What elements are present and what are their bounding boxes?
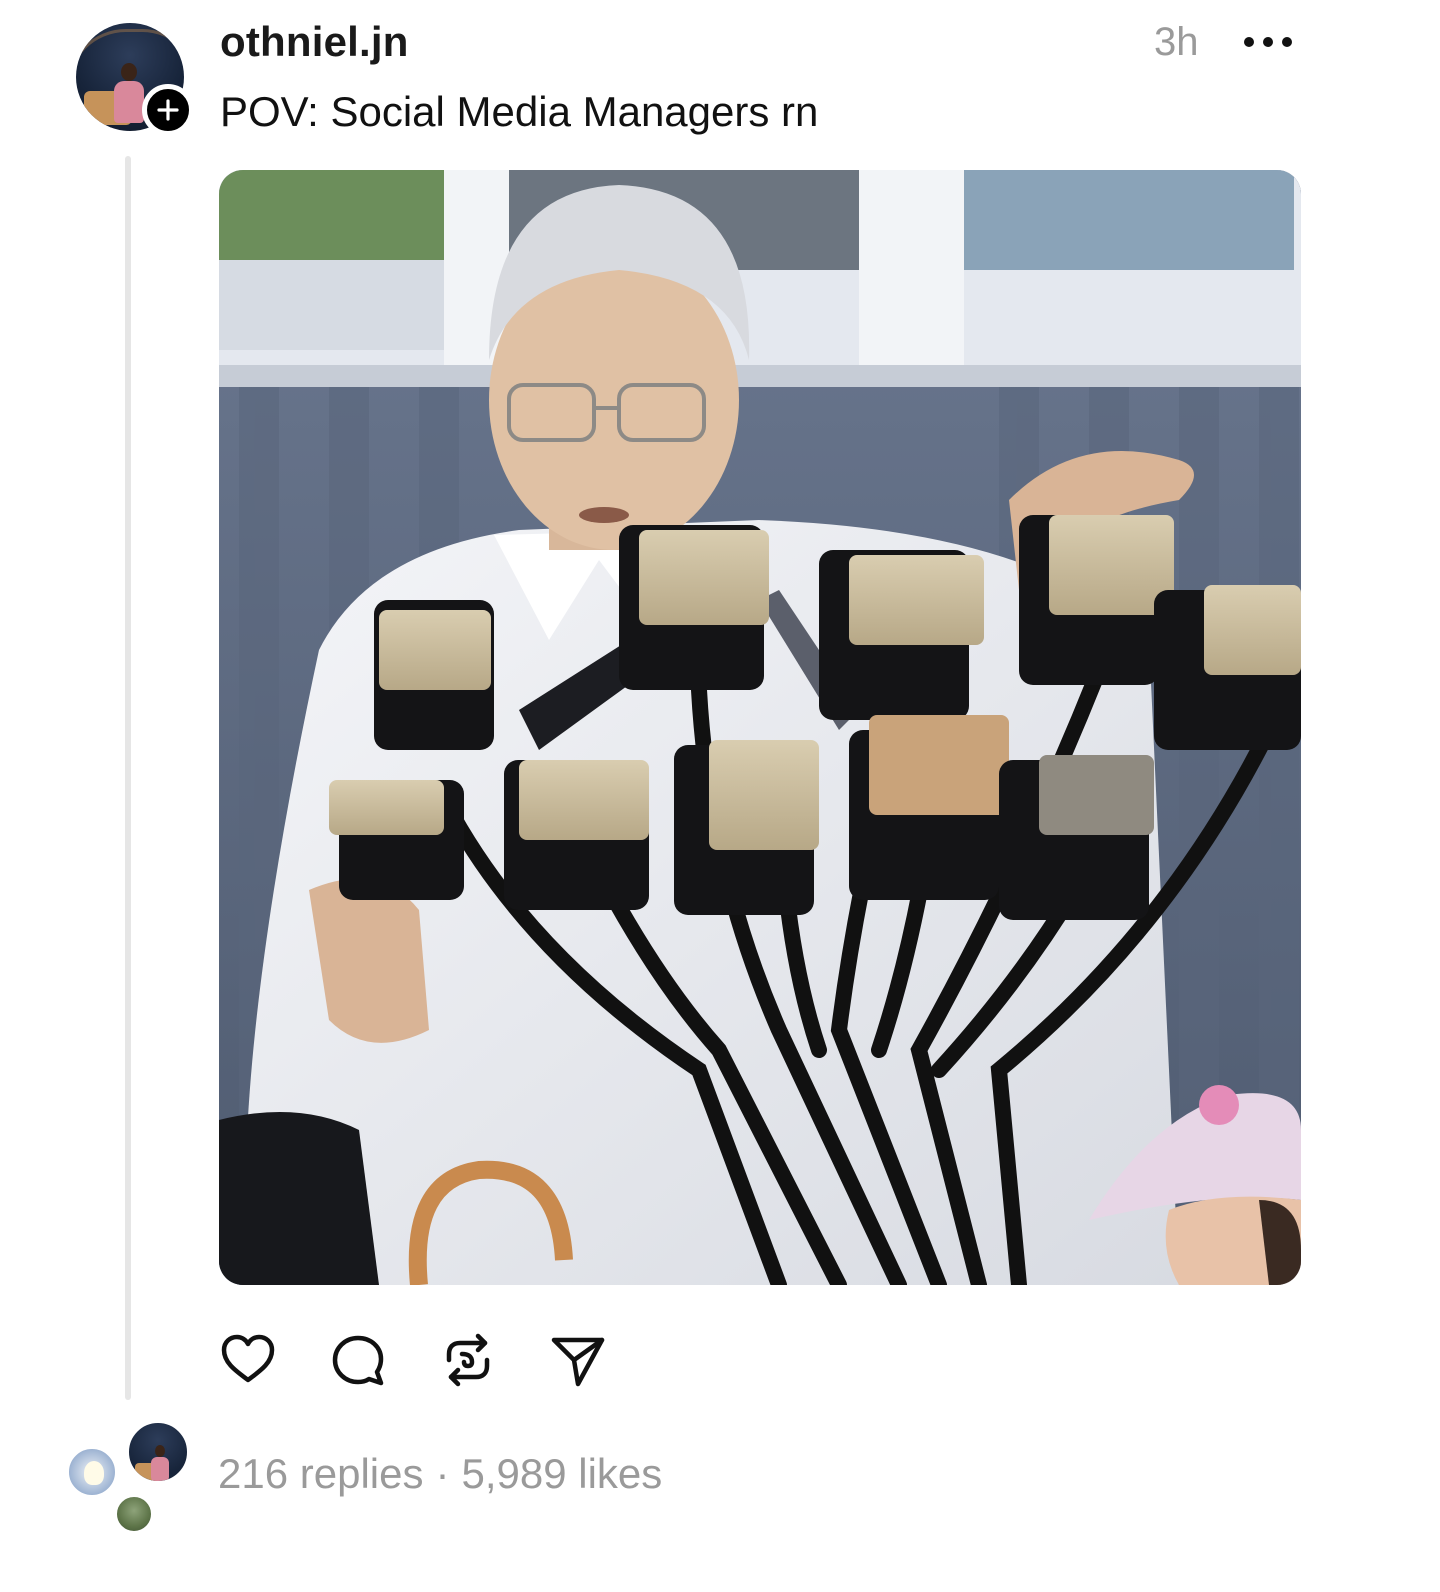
plus-icon [157,99,179,121]
post-timestamp: 3h [1154,20,1199,64]
duck-figure [84,1461,104,1485]
thread-post: othniel.jn 3h POV: Social Media Managers… [0,0,1440,1592]
reply-button[interactable] [328,1330,388,1390]
photo-illustration [219,170,1301,1285]
more-horizontal-icon[interactable] [1244,30,1292,54]
send-icon [551,1337,605,1387]
replier-avatar[interactable] [126,1420,190,1484]
share-button[interactable] [548,1330,608,1390]
more-dot [1244,37,1254,47]
avatar-person-head [121,63,137,81]
avatar-person-body [151,1457,169,1481]
post-stats: 216 replies · 5,989 likes [218,1450,662,1498]
replier-avatar[interactable] [66,1446,118,1498]
comment-icon [332,1335,384,1386]
avatar-person-body [114,81,144,123]
repost-button[interactable] [438,1330,498,1390]
heart-icon [221,1334,275,1383]
more-dot [1263,37,1273,47]
stats-separator: · [435,1450,450,1497]
replies-count[interactable]: 216 replies [218,1450,423,1497]
thread-line [125,156,131,1400]
replier-avatar[interactable] [114,1494,154,1534]
avatar-person-head [155,1445,165,1457]
like-button[interactable] [218,1330,278,1390]
post-image[interactable] [219,170,1301,1285]
post-caption: POV: Social Media Managers rn [220,88,819,135]
follow-button[interactable] [142,84,194,136]
author-username[interactable]: othniel.jn [220,18,409,66]
likes-count[interactable]: 5,989 likes [461,1450,662,1497]
more-dot [1282,37,1292,47]
repost-icon [446,1333,490,1387]
